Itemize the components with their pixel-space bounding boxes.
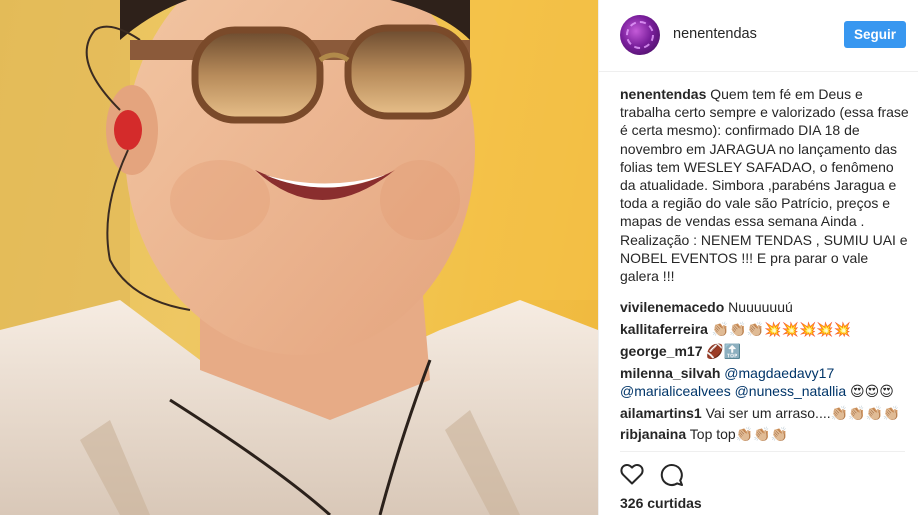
follow-button[interactable]: Seguir [844, 21, 906, 48]
comment-mention[interactable]: @marialicealvees [620, 383, 731, 399]
comment-text: 🏈🔝 [706, 342, 742, 359]
comments-list: nenentendas Quem tem fé em Deus e trabal… [620, 85, 910, 447]
comment-text: Nuuuuuuú [728, 299, 793, 316]
caption-text: Quem tem fé em Deus e trabalha certo sem… [620, 86, 909, 285]
comment-mention[interactable]: @magdaedavy17 [724, 365, 834, 381]
comment-mention[interactable]: @nuness_natallia [735, 383, 847, 399]
comment-text: Vai ser um arraso....👏🏼👏🏼👏🏼👏🏼 [705, 404, 901, 421]
comment-bubble-icon[interactable] [660, 463, 684, 492]
comment-username[interactable]: milenna_silvah [620, 365, 720, 381]
likes-count[interactable]: 326 curtidas [620, 495, 702, 511]
caption-username[interactable]: nenentendas [620, 86, 706, 102]
comment-item: george_m17 🏈🔝 [620, 342, 910, 360]
comment-username[interactable]: kallitaferreira [620, 321, 708, 337]
actions-divider [620, 451, 905, 452]
comment-item: ailamartins1 Vai ser um arraso....👏🏼👏🏼👏🏼… [620, 404, 910, 422]
comment-text: Top top👏🏼👏🏼👏🏼 [689, 426, 788, 443]
comment-item: vivilenemacedo Nuuuuuuú [620, 298, 910, 316]
author-avatar[interactable] [620, 15, 660, 55]
comment-username[interactable]: vivilenemacedo [620, 299, 724, 315]
post-header: nenentendas Seguir [599, 0, 918, 72]
post-caption: nenentendas Quem tem fé em Deus e trabal… [620, 85, 910, 285]
comment-username[interactable]: ailamartins1 [620, 405, 702, 421]
photo-illustration [0, 0, 598, 515]
author-username[interactable]: nenentendas [673, 26, 757, 42]
comment-username[interactable]: ribjanaina [620, 426, 686, 442]
comment-item: milenna_silvah @magdaedavy17 @marialicea… [620, 364, 910, 400]
post-photo[interactable] [0, 0, 598, 515]
post-side-panel: nenentendas Seguir nenentendas Quem tem … [598, 0, 918, 515]
comment-item: ribjanaina Top top👏🏼👏🏼👏🏼 [620, 425, 910, 443]
comment-username[interactable]: george_m17 [620, 343, 702, 359]
comment-item: kallitaferreira 👏🏼👏🏼👏🏼💥💥💥💥💥 [620, 320, 910, 338]
comment-text: 😍😍😍 [850, 382, 894, 399]
heart-outline-icon[interactable] [620, 463, 644, 490]
comment-text: 👏🏼👏🏼👏🏼💥💥💥💥💥 [711, 321, 852, 338]
